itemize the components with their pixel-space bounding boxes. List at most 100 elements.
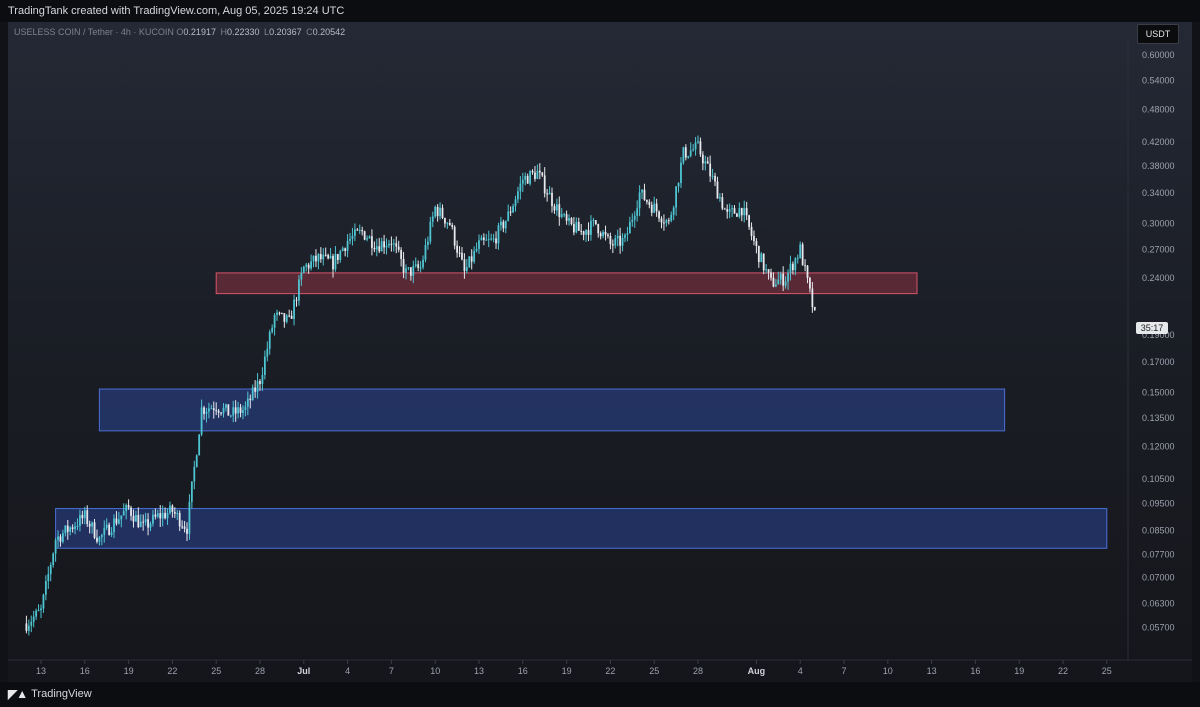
candle-up (251, 387, 254, 401)
candle-down (736, 213, 738, 217)
candle-down (599, 233, 602, 237)
x-tick-label: 16 (970, 666, 980, 676)
candle-down (597, 224, 600, 234)
candle-down (714, 175, 716, 182)
candle-up (519, 183, 522, 192)
candle-down (663, 222, 665, 224)
candle-down (441, 207, 444, 219)
candle-down (278, 312, 281, 314)
candle-up (419, 267, 422, 269)
candle-down (66, 525, 69, 532)
candle-down (448, 222, 451, 226)
candle-up (285, 315, 288, 322)
y-tick-label: 0.34000 (1142, 188, 1175, 198)
y-tick-label: 0.13500 (1142, 413, 1175, 423)
candle-up (487, 238, 490, 240)
candle-up (738, 208, 741, 217)
candle-up (135, 514, 137, 522)
candle-up (256, 381, 259, 392)
candle-up (380, 241, 383, 252)
x-tick-label: 25 (649, 666, 659, 676)
candle-down (582, 231, 585, 235)
tradingview-logo[interactable]: ◤▲ TradingView (8, 682, 92, 707)
candle-down (770, 272, 772, 278)
candle-up (346, 240, 349, 251)
candle-up (405, 268, 407, 273)
candle-down (753, 235, 755, 242)
high-value: 0.22330 (226, 27, 260, 37)
candle-up (271, 327, 274, 332)
candle-down (650, 204, 653, 213)
y-tick-label: 0.60000 (1142, 50, 1175, 60)
x-tick-label: 10 (883, 666, 893, 676)
candle-up (261, 374, 264, 384)
footer-bar: ◤▲ TradingView (0, 682, 1200, 707)
candle-down (363, 231, 366, 240)
candle-up (590, 220, 592, 235)
candle-up (429, 221, 432, 242)
candle-down (142, 521, 145, 523)
candle-down (716, 181, 719, 199)
x-tick-label: 4 (798, 666, 803, 676)
candle-down (436, 206, 439, 217)
candle-down (417, 264, 420, 268)
candle-up (76, 525, 79, 527)
candle-down (59, 536, 62, 542)
y-tick-label: 0.07000 (1142, 573, 1175, 583)
candle-up (692, 149, 695, 151)
candle-up (638, 192, 641, 209)
x-tick-label: 22 (1058, 666, 1068, 676)
candle-up (310, 261, 312, 269)
candle-down (482, 237, 485, 240)
candle-up (388, 243, 390, 246)
candle-down (587, 230, 590, 235)
candle-down (699, 141, 702, 155)
candle-down (371, 236, 373, 248)
candle-down (336, 254, 339, 261)
candle-up (242, 410, 244, 414)
candle-up (536, 170, 539, 180)
candle-down (757, 245, 760, 263)
candle-down (565, 214, 568, 221)
currency-button[interactable]: USDT (1137, 24, 1179, 44)
candle-up (40, 608, 42, 611)
candle-up (633, 215, 636, 220)
candle-up (760, 253, 763, 263)
candle-down (580, 230, 583, 232)
candle-up (358, 230, 361, 232)
open-value: 0.21917 (183, 27, 216, 37)
candle-down (451, 225, 454, 227)
y-tick-label: 0.15000 (1142, 387, 1175, 397)
candle-up (697, 141, 699, 143)
candle-up (774, 284, 777, 287)
candle-down (327, 254, 330, 259)
candle-down (767, 269, 770, 273)
candle-down (400, 249, 403, 259)
candle-down (173, 511, 176, 514)
candle-down (553, 206, 556, 211)
candle-up (626, 233, 629, 235)
candle-up (473, 250, 476, 262)
candle-up (512, 206, 514, 213)
candle-up (198, 434, 201, 456)
y-tick-label: 0.10500 (1142, 474, 1175, 484)
candle-up (54, 540, 57, 554)
candle-up (341, 248, 344, 251)
candle-up (69, 527, 72, 532)
candle-up (427, 241, 429, 246)
candle-up (302, 266, 305, 274)
candle-down (733, 208, 736, 214)
candle-down (604, 231, 607, 235)
y-tick-label: 0.08500 (1142, 525, 1175, 535)
candle-down (81, 514, 84, 519)
candle-down (577, 221, 580, 231)
candle-up (682, 147, 685, 163)
candle-up (777, 279, 780, 285)
candle-up (704, 161, 707, 164)
candle-up (480, 237, 483, 241)
candle-up (276, 312, 278, 315)
candle-down (619, 235, 622, 246)
support-zone (55, 508, 1108, 549)
candle-down (290, 315, 293, 319)
candle-down (183, 526, 186, 529)
